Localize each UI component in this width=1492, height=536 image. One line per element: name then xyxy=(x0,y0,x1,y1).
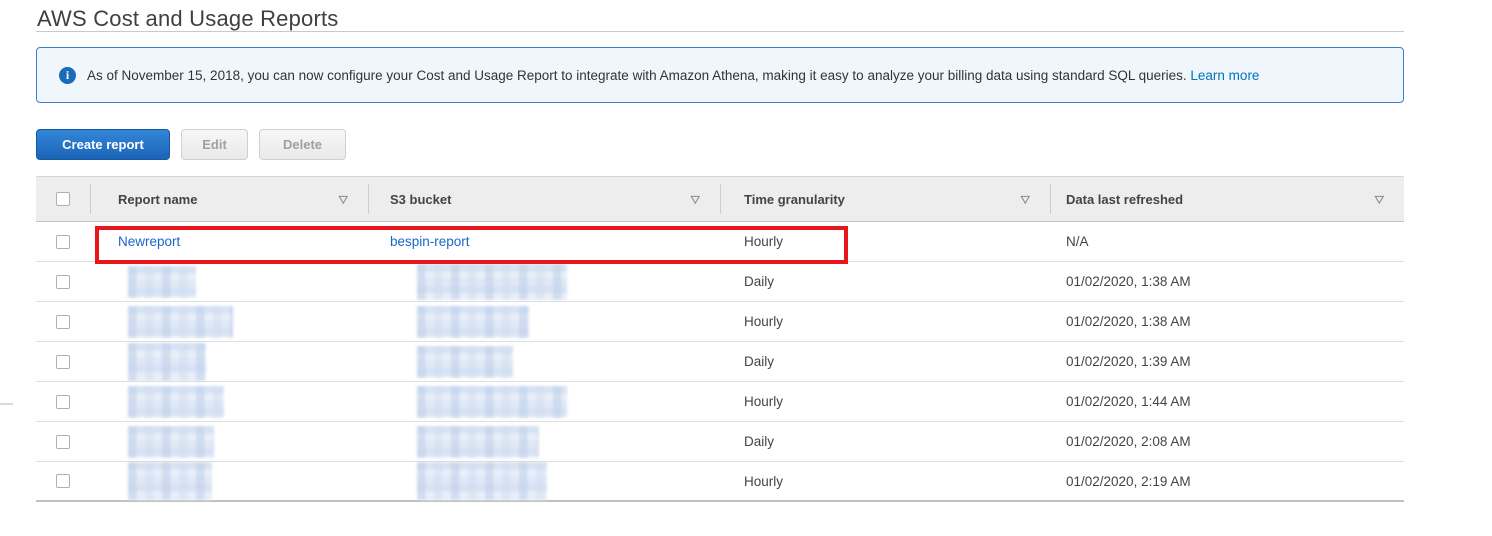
create-report-button[interactable]: Create report xyxy=(36,129,170,160)
table-header-row: Report name ▽ S3 bucket ▽ Time granulari… xyxy=(36,176,1404,222)
row-checkbox[interactable] xyxy=(56,355,70,369)
redacted-s3-bucket xyxy=(417,426,539,458)
redacted-s3-bucket xyxy=(417,462,547,500)
delete-button[interactable]: Delete xyxy=(259,129,346,160)
header-select-all xyxy=(36,177,90,221)
sort-dropdown-icon[interactable]: ▽ xyxy=(1375,194,1384,204)
column-header-report-name[interactable]: Report name ▽ xyxy=(90,177,368,221)
s3-bucket-cell xyxy=(368,262,720,301)
report-name-cell xyxy=(90,262,368,301)
learn-more-link[interactable]: Learn more xyxy=(1190,68,1259,83)
column-header-time-granularity[interactable]: Time granularity ▽ xyxy=(720,177,1050,221)
column-label: Data last refreshed xyxy=(1066,192,1183,207)
s3-bucket-cell xyxy=(368,462,720,500)
redacted-report-name xyxy=(128,386,224,418)
table-row: Newreport bespin-report Hourly N/A xyxy=(36,222,1404,262)
sort-dropdown-icon[interactable]: ▽ xyxy=(339,194,348,204)
row-select-cell xyxy=(36,302,90,341)
sort-dropdown-icon[interactable]: ▽ xyxy=(691,194,700,204)
row-checkbox[interactable] xyxy=(56,275,70,289)
table-row: Daily 01/02/2020, 1:38 AM xyxy=(36,262,1404,302)
s3-bucket-cell xyxy=(368,342,720,381)
redacted-report-name xyxy=(128,343,206,381)
column-separator xyxy=(368,184,369,214)
edge-artifact-line xyxy=(0,403,13,405)
refreshed-cell: 01/02/2020, 2:08 AM xyxy=(1050,422,1404,461)
table-row: Hourly 01/02/2020, 1:44 AM xyxy=(36,382,1404,422)
column-label: Report name xyxy=(118,192,197,207)
report-name-link[interactable]: Newreport xyxy=(118,234,180,249)
edit-button[interactable]: Edit xyxy=(181,129,248,160)
s3-bucket-cell: bespin-report xyxy=(368,222,720,261)
row-checkbox[interactable] xyxy=(56,474,70,488)
table-row: Daily 01/02/2020, 1:39 AM xyxy=(36,342,1404,382)
row-checkbox[interactable] xyxy=(56,395,70,409)
table-row: Daily 01/02/2020, 2:08 AM xyxy=(36,422,1404,462)
report-name-cell xyxy=(90,302,368,341)
report-name-cell: Newreport xyxy=(90,222,368,261)
title-divider xyxy=(36,31,1404,32)
refreshed-cell: 01/02/2020, 1:44 AM xyxy=(1050,382,1404,421)
granularity-cell: Hourly xyxy=(720,462,1050,500)
refreshed-cell: 01/02/2020, 1:38 AM xyxy=(1050,262,1404,301)
banner-text: As of November 15, 2018, you can now con… xyxy=(87,68,1259,83)
report-name-cell xyxy=(90,462,368,500)
redacted-s3-bucket xyxy=(417,386,567,418)
banner-message: As of November 15, 2018, you can now con… xyxy=(87,68,1187,83)
redacted-report-name xyxy=(128,266,196,298)
granularity-cell: Daily xyxy=(720,262,1050,301)
report-name-cell xyxy=(90,422,368,461)
row-checkbox[interactable] xyxy=(56,235,70,249)
row-select-cell xyxy=(36,262,90,301)
refreshed-cell: 01/02/2020, 2:19 AM xyxy=(1050,462,1404,500)
row-select-cell xyxy=(36,462,90,500)
column-separator xyxy=(1050,184,1051,214)
granularity-cell: Daily xyxy=(720,342,1050,381)
table-row: Hourly 01/02/2020, 1:38 AM xyxy=(36,302,1404,342)
row-checkbox[interactable] xyxy=(56,435,70,449)
row-checkbox[interactable] xyxy=(56,315,70,329)
redacted-s3-bucket xyxy=(417,306,529,338)
table-row: Hourly 01/02/2020, 2:19 AM xyxy=(36,462,1404,502)
granularity-cell: Hourly xyxy=(720,302,1050,341)
redacted-report-name xyxy=(128,462,212,500)
report-name-cell xyxy=(90,382,368,421)
granularity-cell: Daily xyxy=(720,422,1050,461)
redacted-report-name xyxy=(128,306,233,338)
refreshed-cell: 01/02/2020, 1:38 AM xyxy=(1050,302,1404,341)
reports-table: Report name ▽ S3 bucket ▽ Time granulari… xyxy=(36,176,1404,502)
refreshed-cell: N/A xyxy=(1050,222,1404,261)
row-select-cell xyxy=(36,342,90,381)
column-label: S3 bucket xyxy=(390,192,451,207)
refreshed-cell: 01/02/2020, 1:39 AM xyxy=(1050,342,1404,381)
column-separator xyxy=(720,184,721,214)
column-header-data-last-refreshed[interactable]: Data last refreshed ▽ xyxy=(1050,177,1404,221)
redacted-report-name xyxy=(128,426,214,458)
s3-bucket-cell xyxy=(368,422,720,461)
s3-bucket-cell xyxy=(368,382,720,421)
s3-bucket-cell xyxy=(368,302,720,341)
row-select-cell xyxy=(36,382,90,421)
redacted-s3-bucket xyxy=(417,346,513,378)
redacted-s3-bucket xyxy=(417,264,567,300)
column-header-s3-bucket[interactable]: S3 bucket ▽ xyxy=(368,177,720,221)
row-select-cell xyxy=(36,222,90,261)
page-title: AWS Cost and Usage Reports xyxy=(37,6,339,32)
sort-dropdown-icon[interactable]: ▽ xyxy=(1021,194,1030,204)
s3-bucket-link[interactable]: bespin-report xyxy=(390,234,470,249)
select-all-checkbox[interactable] xyxy=(56,192,70,206)
column-separator xyxy=(90,184,91,214)
row-select-cell xyxy=(36,422,90,461)
granularity-cell: Hourly xyxy=(720,382,1050,421)
toolbar: Create report Edit Delete xyxy=(36,129,346,160)
report-name-cell xyxy=(90,342,368,381)
athena-info-banner: i As of November 15, 2018, you can now c… xyxy=(36,47,1404,103)
column-label: Time granularity xyxy=(744,192,845,207)
granularity-cell: Hourly xyxy=(720,222,1050,261)
info-icon: i xyxy=(59,67,76,84)
